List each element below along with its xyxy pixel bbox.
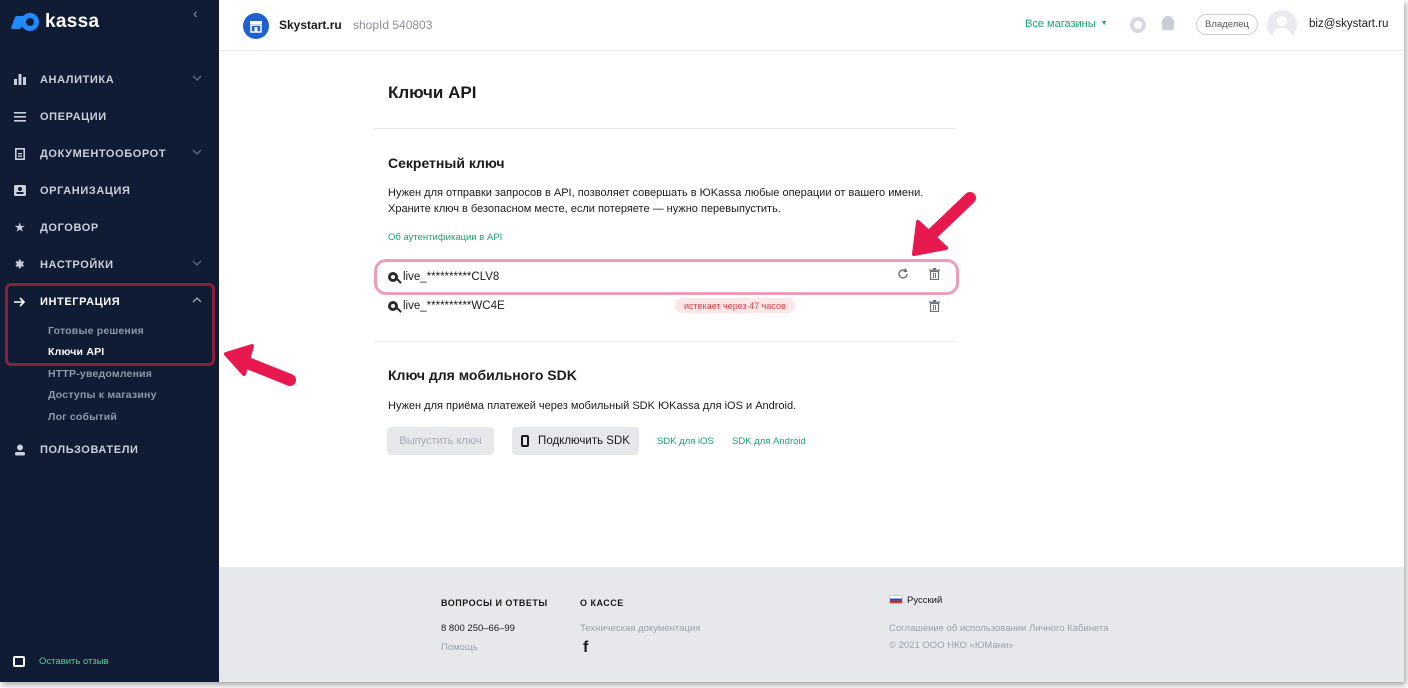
annotation-arrow-down-icon	[912, 192, 976, 256]
footer-help-link[interactable]: Помощь	[441, 642, 478, 653]
sidebar-item-users[interactable]: ПОЛЬЗОВАТЕЛИ	[0, 432, 219, 469]
all-shops-label: Все магазины	[1025, 18, 1096, 30]
language-switcher[interactable]: Русский	[889, 595, 942, 606]
secret-key-desc-line1: Нужен для отправки запросов в API, позво…	[388, 187, 924, 199]
collapse-sidebar-icon[interactable]: ‹	[193, 5, 198, 21]
shop-store-icon[interactable]	[243, 13, 269, 39]
main-content: Ключи API Секретный ключ Нужен для отпра…	[219, 51, 1404, 567]
footer-tech-docs-link[interactable]: Техническая документация	[580, 623, 700, 634]
list-icon	[13, 110, 27, 124]
sdk-key-title: Ключ для мобильного SDK	[388, 367, 577, 383]
sidebar-item-operations[interactable]: ОПЕРАЦИИ	[0, 98, 219, 135]
gear-icon: ✱	[15, 259, 25, 271]
footer-agreement-link[interactable]: Соглашение об использовании Личного Каби…	[889, 623, 1109, 634]
subitem-http-notifications[interactable]: HTTP-уведомления	[48, 363, 219, 385]
sidebar-item-analytics[interactable]: АНАЛИТИКА	[0, 61, 219, 98]
id-card-icon	[13, 184, 27, 198]
footer-copyright: © 2021 ООО НКО «ЮМани»	[889, 640, 1014, 651]
chat-icon	[13, 656, 25, 667]
footer: ВОПРОСЫ И ОТВЕТЫ 8 800 250–66–99 Помощь …	[219, 567, 1404, 682]
sdk-ios-link[interactable]: SDK для iOS	[657, 436, 714, 447]
facebook-icon[interactable]: f	[583, 639, 588, 657]
feedback-link[interactable]: Оставить отзыв	[13, 656, 109, 667]
footer-phone[interactable]: 8 800 250–66–99	[441, 623, 515, 634]
bell-icon[interactable]	[1162, 16, 1174, 30]
logo[interactable]: kassa	[10, 10, 100, 34]
sidebar-item-label: ДОКУМЕНТООБОРОТ	[40, 147, 167, 160]
divider	[374, 341, 956, 342]
sidebar-item-label: ОРГАНИЗАЦИЯ	[40, 184, 131, 197]
sidebar-item-label: НАСТРОЙКИ	[40, 258, 114, 271]
sidebar: kassa ‹ АНАЛИТИКА ОПЕРАЦИИ ДОКУМЕНТООБОР…	[0, 0, 219, 682]
sidebar-item-documents[interactable]: ДОКУМЕНТООБОРОТ	[0, 135, 219, 172]
document-icon	[13, 147, 27, 161]
sidebar-item-contract[interactable]: ★ ДОГОВОР	[0, 209, 219, 246]
russia-flag-icon	[889, 595, 903, 604]
status-badge: истекает через 47 часов	[675, 298, 795, 313]
top-header: Skystart.ru shopId 540803 Все магазины ▼ …	[219, 0, 1404, 51]
role-badge: Владелец	[1196, 14, 1258, 35]
logo-text: kassa	[45, 11, 100, 32]
sidebar-item-label: ДОГОВОР	[40, 221, 99, 234]
footer-about-title: О КАССЕ	[580, 598, 624, 608]
support-icon[interactable]	[1130, 17, 1146, 33]
sdk-android-link[interactable]: SDK для Android	[732, 436, 806, 447]
phone-icon	[521, 435, 530, 447]
chevron-down-icon	[192, 73, 202, 84]
sidebar-nav: АНАЛИТИКА ОПЕРАЦИИ ДОКУМЕНТООБОРОТ ОРГАН…	[0, 61, 219, 469]
chevron-down-icon	[192, 258, 202, 269]
annotation-key-highlight	[374, 259, 959, 295]
app-window: kassa ‹ АНАЛИТИКА ОПЕРАЦИИ ДОКУМЕНТООБОР…	[0, 0, 1404, 682]
bar-chart-icon	[13, 73, 27, 87]
footer-faq-title: ВОПРОСЫ И ОТВЕТЫ	[441, 598, 548, 608]
divider	[374, 128, 956, 129]
sidebar-item-label: ПОЛЬЗОВАТЕЛИ	[40, 444, 139, 456]
sidebar-item-organization[interactable]: ОРГАНИЗАЦИЯ	[0, 172, 219, 209]
feedback-label: Оставить отзыв	[39, 656, 109, 667]
key-icon	[388, 301, 398, 311]
sidebar-item-label: ОПЕРАЦИИ	[40, 110, 107, 123]
all-shops-dropdown[interactable]: Все магазины ▼	[1025, 18, 1108, 30]
avatar[interactable]	[1267, 10, 1297, 40]
sdk-key-desc: Нужен для приёма платежей через мобильны…	[388, 400, 797, 412]
api-key-row: live_**********WC4E истекает через 47 ча…	[388, 297, 948, 315]
connect-sdk-button[interactable]: Подключить SDK	[512, 427, 639, 455]
api-key-value[interactable]: live_**********WC4E	[403, 300, 505, 312]
user-icon	[13, 443, 27, 457]
secret-key-title: Секретный ключ	[388, 155, 505, 171]
subitem-event-log[interactable]: Лог событий	[48, 406, 219, 428]
subitem-shop-access[interactable]: Доступы к магазину	[48, 385, 219, 407]
logo-mark-icon	[10, 13, 39, 31]
sidebar-item-settings[interactable]: ✱ НАСТРОЙКИ	[0, 246, 219, 283]
star-icon: ★	[14, 222, 26, 234]
delete-trash-icon[interactable]	[929, 300, 940, 315]
shop-name[interactable]: Skystart.ru	[279, 18, 342, 32]
page-title: Ключи API	[388, 83, 477, 102]
caret-down-icon: ▼	[1100, 20, 1108, 27]
chevron-down-icon	[192, 147, 202, 158]
language-label: Русский	[907, 595, 943, 606]
connect-sdk-label: Подключить SDK	[538, 435, 630, 447]
sidebar-item-label: АНАЛИТИКА	[40, 73, 115, 86]
annotation-highlight-box	[5, 283, 215, 366]
auth-docs-link[interactable]: Об аутентификации в API	[388, 232, 502, 243]
issue-key-button[interactable]: Выпустить ключ	[387, 427, 494, 455]
user-email[interactable]: biz@skystart.ru	[1309, 18, 1388, 30]
annotation-arrow-left-icon	[224, 344, 296, 386]
secret-key-desc-line2: Храните ключ в безопасном месте, если по…	[388, 203, 781, 215]
shop-id: shopId 540803	[353, 18, 433, 32]
